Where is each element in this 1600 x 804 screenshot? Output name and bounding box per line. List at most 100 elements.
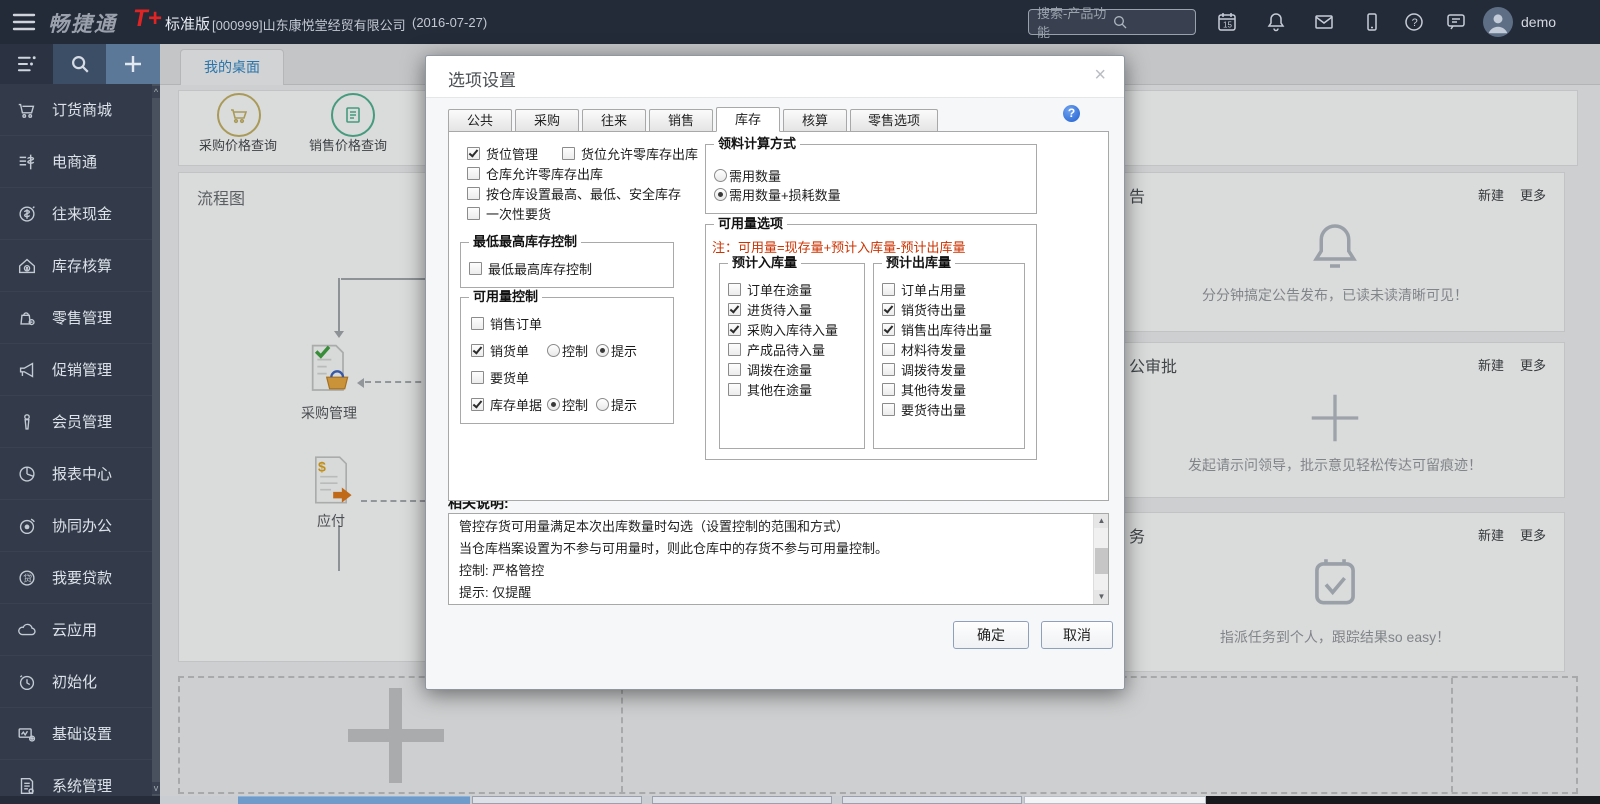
checkbox-label[interactable]: 库存单据 (490, 395, 542, 414)
checkbox-label[interactable]: 仓库允许零库存出库 (486, 164, 603, 183)
radio-row[interactable]: 需用数量 (714, 166, 781, 185)
scroll-up-icon[interactable]: ▲ (1094, 514, 1109, 528)
add-button[interactable] (106, 44, 160, 84)
search-box[interactable]: 搜索-产品功能 (1028, 9, 1196, 35)
checkbox-label[interactable]: 货位允许零库存出库 (581, 144, 698, 163)
radio[interactable] (714, 188, 727, 201)
checkbox-label[interactable]: 采购入库待入量 (747, 320, 838, 339)
radio-row[interactable]: 控制 提示 (547, 395, 637, 414)
dialog-help-icon[interactable]: ? (1063, 105, 1080, 122)
check-row[interactable]: 订单在途量 (728, 280, 812, 299)
tab-retail-options[interactable]: 零售选项 (850, 109, 938, 131)
check-row[interactable]: 其他待发量 (882, 380, 966, 399)
scroll-down-icon[interactable]: ▼ (1094, 590, 1109, 604)
check-row[interactable]: 一次性要货 (467, 204, 551, 223)
radio-row[interactable]: 需用数量+损耗数量 (714, 185, 841, 204)
sidebar-item-ecommerce[interactable]: 电商通 (0, 136, 152, 188)
tab-accounting[interactable]: 核算 (783, 109, 847, 131)
hamburger-menu-icon[interactable] (12, 12, 36, 32)
check-row[interactable]: 按仓库设置最高、最低、安全库存 (467, 184, 681, 203)
radio-label[interactable]: 需用数量 (729, 166, 781, 185)
checkbox[interactable] (882, 283, 895, 296)
radio-label[interactable]: 控制 (562, 341, 588, 360)
check-row[interactable]: 销售订单 (471, 314, 542, 333)
help-icon[interactable]: ? (1402, 10, 1426, 34)
checkbox-label[interactable]: 材料待发量 (901, 340, 966, 359)
checkbox[interactable] (882, 383, 895, 396)
check-row[interactable]: 要货待出量 (882, 400, 966, 419)
search-icon[interactable] (1112, 14, 1187, 30)
checkbox[interactable] (467, 167, 480, 180)
checkbox-label[interactable]: 销售出库待出量 (901, 320, 992, 339)
check-row[interactable]: 采购入库待入量 (728, 320, 838, 339)
check-row[interactable]: 销货待出量 (882, 300, 966, 319)
checkbox[interactable] (471, 371, 484, 384)
ok-button[interactable]: 确定 (953, 621, 1029, 649)
tab-sales[interactable]: 销售 (649, 109, 713, 131)
checkbox[interactable] (467, 207, 480, 220)
check-row[interactable]: 其他在途量 (728, 380, 812, 399)
checkbox[interactable] (882, 303, 895, 316)
checkbox[interactable] (469, 262, 482, 275)
checkbox[interactable] (728, 343, 741, 356)
checkbox[interactable] (471, 344, 484, 357)
tab-inventory[interactable]: 库存 (716, 107, 780, 132)
sidebar-item-promotion[interactable]: 促销管理 (0, 344, 152, 396)
check-row[interactable]: 销售出库待出量 (882, 320, 992, 339)
radio-label[interactable]: 控制 (562, 395, 588, 414)
checkbox-label[interactable]: 最低最高库存控制 (488, 259, 592, 278)
sidebar-item-order-mall[interactable]: 订货商城 (0, 84, 152, 136)
radio-row[interactable]: 控制 提示 (547, 341, 637, 360)
mobile-icon[interactable] (1360, 10, 1384, 34)
check-row[interactable]: 订单占用量 (882, 280, 966, 299)
tab-purchase[interactable]: 采购 (515, 109, 579, 131)
checkbox[interactable] (882, 343, 895, 356)
notification-bell-icon[interactable] (1264, 10, 1288, 34)
sidebar-item-member[interactable]: 会员管理 (0, 396, 152, 448)
radio-label[interactable]: 提示 (611, 395, 637, 414)
checkbox[interactable] (728, 383, 741, 396)
related-notes-box[interactable]: 管控存货可用量满足本次出库数量时勾选（设置控制的范围和方式） 当仓库档案设置为不… (448, 513, 1109, 605)
checkbox[interactable] (882, 323, 895, 336)
username[interactable]: demo (1521, 14, 1556, 30)
sidebar-item-basic-settings[interactable]: 基础设置 (0, 708, 152, 760)
checkbox[interactable] (467, 187, 480, 200)
sidebar-item-inventory-accounting[interactable]: 库存核算 (0, 240, 152, 292)
checkbox[interactable] (728, 303, 741, 316)
sidebar-item-report-center[interactable]: 报表中心 (0, 448, 152, 500)
sidebar-item-retail[interactable]: 零售管理 (0, 292, 152, 344)
avatar[interactable] (1483, 7, 1513, 37)
check-row[interactable]: 调拨在途量 (728, 360, 812, 379)
checkbox-label[interactable]: 销货待出量 (901, 300, 966, 319)
checkbox-label[interactable]: 一次性要货 (486, 204, 551, 223)
checkbox[interactable] (467, 147, 480, 160)
tab-common[interactable]: 公共 (448, 109, 512, 131)
cancel-button[interactable]: 取消 (1041, 621, 1113, 649)
sidebar-scrollbar[interactable]: ^ v (152, 84, 160, 796)
check-row[interactable]: 调拨待发量 (882, 360, 966, 379)
checkbox-label[interactable]: 进货待入量 (747, 300, 812, 319)
checkbox-label[interactable]: 按仓库设置最高、最低、安全库存 (486, 184, 681, 203)
mail-icon[interactable] (1312, 10, 1336, 34)
feedback-chat-icon[interactable] (1444, 10, 1468, 34)
radio[interactable] (596, 344, 609, 357)
checkbox-label[interactable]: 要货单 (490, 368, 529, 387)
radio[interactable] (714, 169, 727, 182)
scrollbar-thumb[interactable] (1095, 548, 1108, 574)
scroll-down-icon[interactable]: v (152, 782, 160, 794)
check-row[interactable]: 货位允许零库存出库 (562, 144, 698, 163)
checkbox-label[interactable]: 其他待发量 (901, 380, 966, 399)
check-row[interactable]: 货位管理 (467, 144, 538, 163)
sidebar-item-loan[interactable]: 贷 我要贷款 (0, 552, 152, 604)
check-row[interactable]: 要货单 (471, 368, 529, 387)
related-notes-scrollbar[interactable]: ▲ ▼ (1093, 514, 1108, 604)
checkbox[interactable] (728, 323, 741, 336)
check-row[interactable]: 最低最高库存控制 (469, 259, 592, 278)
scroll-up-icon[interactable]: ^ (152, 86, 160, 98)
radio-label[interactable]: 需用数量+损耗数量 (729, 185, 841, 204)
radio[interactable] (547, 398, 560, 411)
checkbox[interactable] (728, 283, 741, 296)
checkbox[interactable] (471, 317, 484, 330)
check-row[interactable]: 库存单据 (471, 395, 542, 414)
check-row[interactable]: 销货单 (471, 341, 529, 360)
